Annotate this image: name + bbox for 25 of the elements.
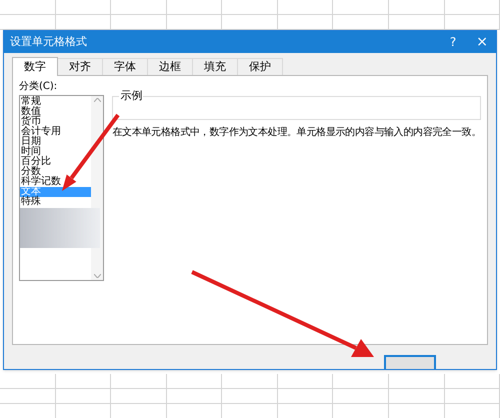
list-item[interactable]: 时间 <box>20 147 92 157</box>
list-item[interactable]: 日期 <box>20 137 92 147</box>
description-text: 在文本单元格格式中，数字作为文本处理。单元格显示的内容与输入的内容完全一致。 <box>112 126 481 139</box>
list-item[interactable]: 特殊 <box>20 197 92 207</box>
list-item[interactable]: 常规 <box>20 97 92 107</box>
tab[interactable]: 字体 <box>103 58 148 75</box>
tab[interactable]: 保护 <box>238 58 283 75</box>
list-item[interactable]: 分数 <box>20 167 92 177</box>
list-item[interactable]: 货币 <box>20 117 92 127</box>
close-button[interactable]: × <box>474 35 490 49</box>
list-item[interactable]: 科学记数 <box>20 177 92 187</box>
list-item[interactable]: 百分比 <box>20 157 92 167</box>
list-item[interactable]: 数值 <box>20 107 92 117</box>
tab[interactable]: 对齐 <box>58 58 103 75</box>
category-label: 分类(C): <box>19 80 58 93</box>
ok-button[interactable] <box>384 355 436 369</box>
list-item[interactable]: 会计专用 <box>20 127 92 137</box>
help-button[interactable]: ? <box>446 33 460 51</box>
tab[interactable]: 数字 <box>12 57 58 76</box>
tab[interactable]: 填充 <box>193 58 238 75</box>
scroll-down-icon[interactable] <box>94 274 101 278</box>
tab[interactable]: 边框 <box>148 58 193 75</box>
window-title: 设置单元格格式 <box>10 34 87 50</box>
sample-label: 示例 <box>119 89 144 103</box>
scroll-up-icon[interactable] <box>94 98 101 102</box>
